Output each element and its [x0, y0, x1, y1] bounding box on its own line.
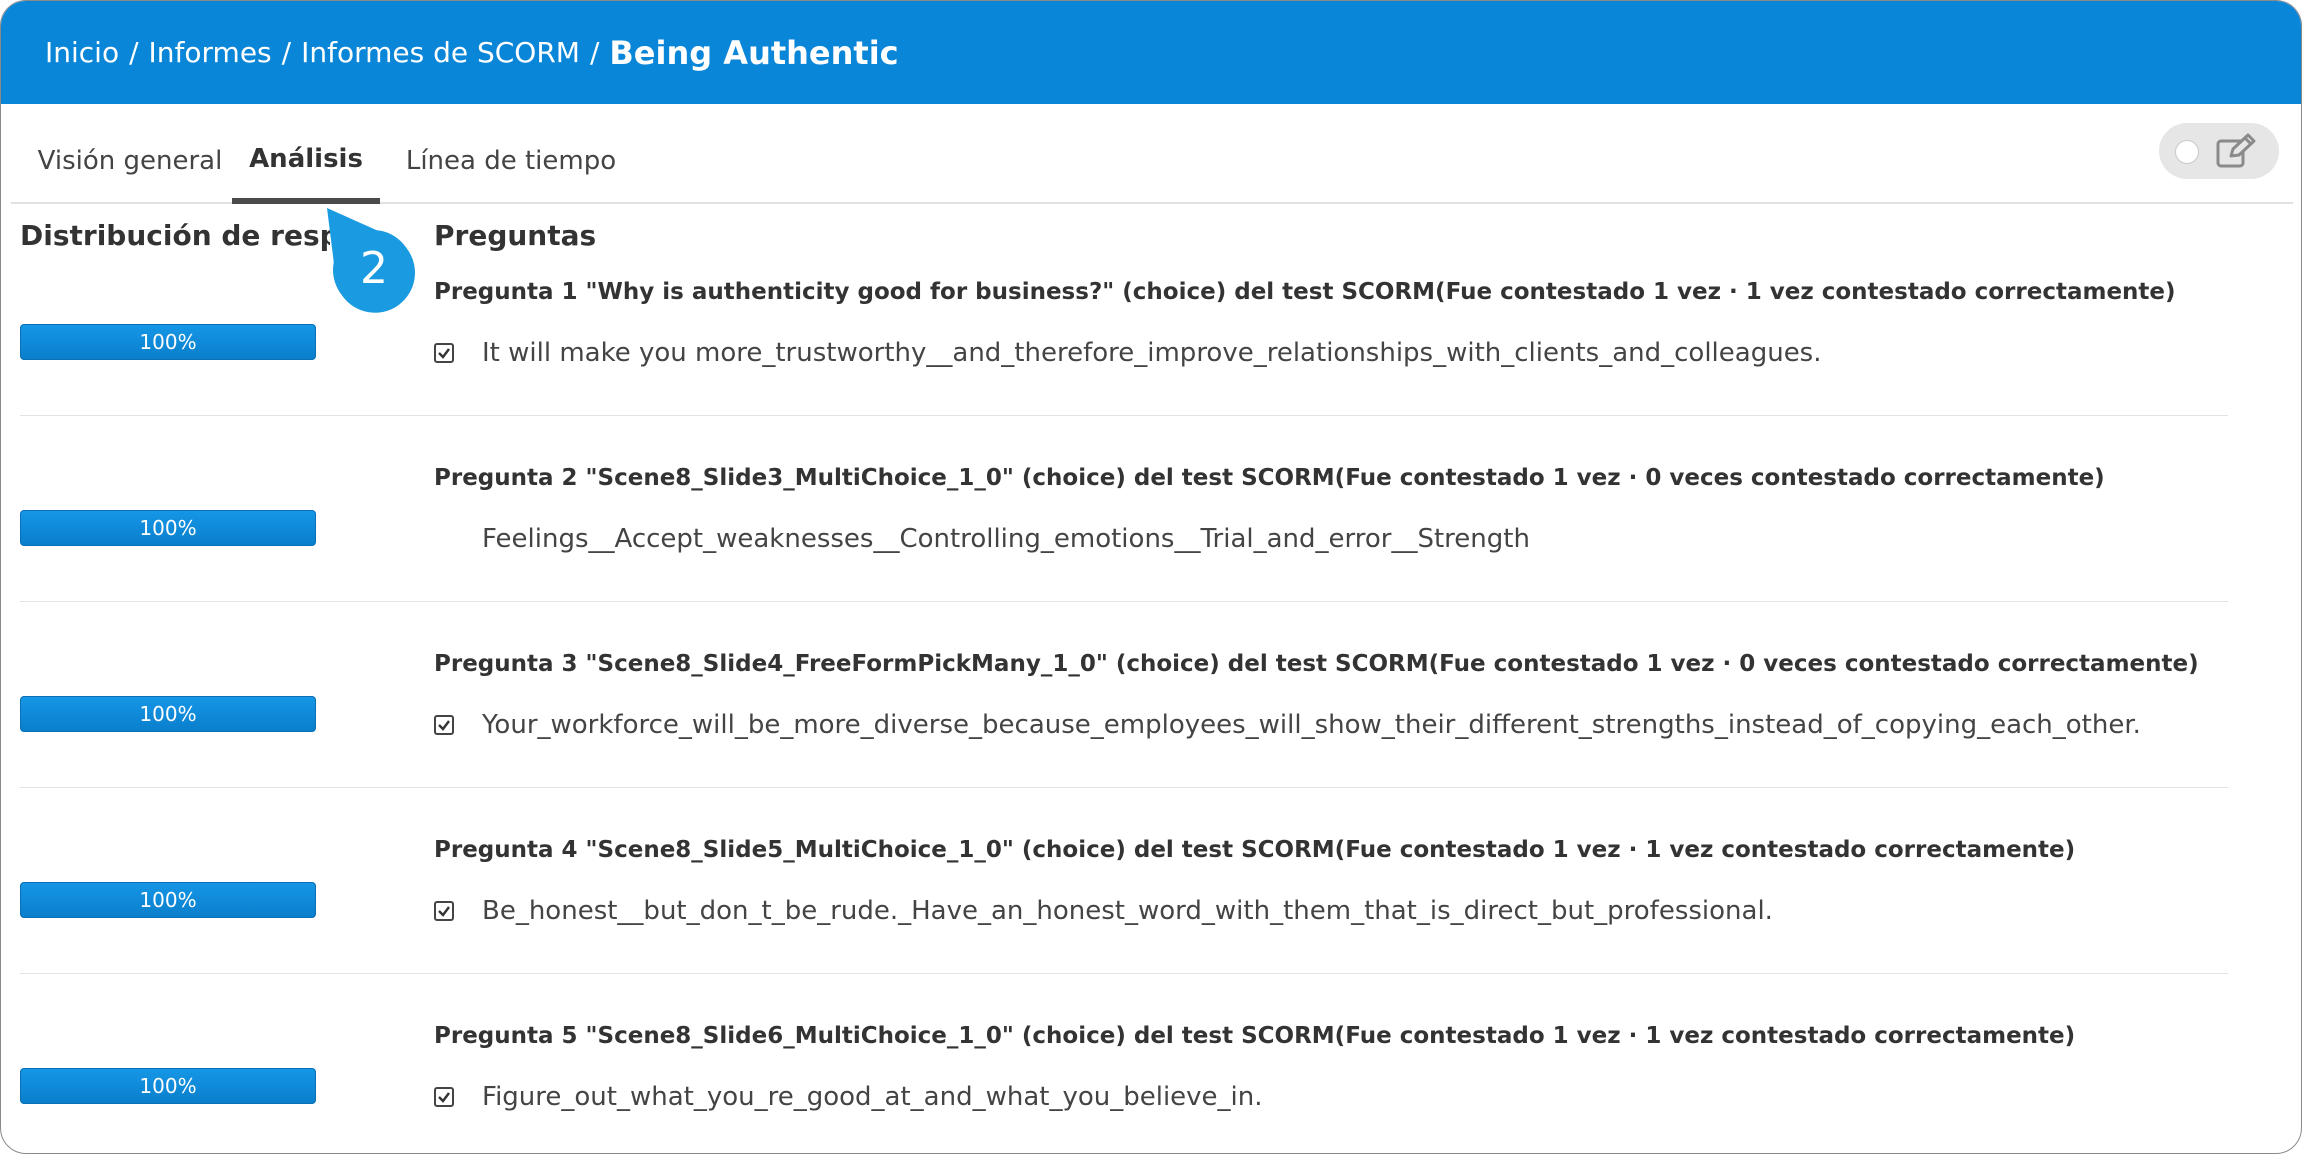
answer-text: Be_honest__but_don_t_be_rude._Have_an_ho…: [482, 896, 1773, 926]
question-item: Pregunta 1 "Why is authenticity good for…: [1, 279, 2231, 465]
question-item: Pregunta 4 "Scene8_Slide5_MultiChoice_1_…: [1, 837, 2231, 1023]
page-header: Inicio / Informes / Informes de SCORM / …: [1, 1, 2301, 104]
answer-text: It will make you more_trustworthy__and_t…: [482, 338, 1822, 368]
divider: [20, 787, 2228, 788]
breadcrumb-home-link[interactable]: Inicio: [45, 36, 119, 69]
breadcrumb-reports-link[interactable]: Informes: [149, 36, 272, 69]
question-title: Pregunta 3 "Scene8_Slide4_FreeFormPickMa…: [434, 651, 2199, 677]
tab-bar: Visión general Análisis Línea de tiempo: [11, 104, 2293, 204]
divider: [20, 973, 2228, 974]
answer-text: Feelings__Accept_weaknesses__Controlling…: [482, 524, 1530, 554]
distribution-bar: 100%: [20, 324, 316, 360]
breadcrumb-separator: /: [281, 36, 292, 69]
distribution-bar-label: 100%: [139, 1074, 197, 1098]
checkbox-checked-icon: [434, 715, 454, 735]
checkbox-checked-icon: [434, 901, 454, 921]
distribution-bar-label: 100%: [139, 330, 197, 354]
questions-heading: Preguntas: [434, 219, 597, 252]
window-frame: Inicio / Informes / Informes de SCORM / …: [0, 0, 2302, 1154]
distribution-bar: 100%: [20, 510, 316, 546]
distribution-bar-label: 100%: [139, 888, 197, 912]
answer-row: It will make you more_trustworthy__and_t…: [434, 333, 1822, 373]
answer-text: Figure_out_what_you_re_good_at_and_what_…: [482, 1082, 1263, 1112]
tab-overview[interactable]: Visión general: [35, 104, 225, 202]
toggle-knob-icon: [2175, 140, 2199, 164]
question-title: Pregunta 4 "Scene8_Slide5_MultiChoice_1_…: [434, 837, 2076, 863]
distribution-bar: 100%: [20, 1068, 316, 1104]
question-title: Pregunta 2 "Scene8_Slide3_MultiChoice_1_…: [434, 465, 2105, 491]
breadcrumb-scorm-reports-link[interactable]: Informes de SCORM: [301, 36, 580, 69]
distribution-bar-label: 100%: [139, 702, 197, 726]
question-item: Pregunta 2 "Scene8_Slide3_MultiChoice_1_…: [1, 465, 2231, 651]
question-title: Pregunta 5 "Scene8_Slide6_MultiChoice_1_…: [434, 1023, 2076, 1049]
distribution-bar-label: 100%: [139, 516, 197, 540]
breadcrumb-current: Being Authentic: [609, 33, 899, 72]
checkbox-checked-icon: [434, 343, 454, 363]
breadcrumb-separator: /: [129, 36, 139, 69]
divider: [20, 601, 2228, 602]
tab-analysis[interactable]: Análisis: [232, 104, 380, 204]
answer-row: Figure_out_what_you_re_good_at_and_what_…: [434, 1077, 1263, 1117]
question-title: Pregunta 1 "Why is authenticity good for…: [434, 279, 2176, 305]
answer-row: Your_workforce_will_be_more_diverse_beca…: [434, 705, 2141, 745]
distribution-bar: 100%: [20, 882, 316, 918]
edit-icon: [2216, 133, 2256, 168]
question-item: Pregunta 3 "Scene8_Slide4_FreeFormPickMa…: [1, 651, 2231, 837]
tab-timeline[interactable]: Línea de tiempo: [401, 104, 621, 202]
answer-row: Feelings__Accept_weaknesses__Controlling…: [434, 519, 1530, 559]
edit-mode-toggle[interactable]: [2159, 123, 2279, 179]
answer-row: Be_honest__but_don_t_be_rude._Have_an_ho…: [434, 891, 1773, 931]
answer-distribution-heading: Distribución de respuestas: [20, 219, 330, 252]
checkbox-checked-icon: [434, 1087, 454, 1107]
distribution-bar: 100%: [20, 696, 316, 732]
divider: [20, 415, 2228, 416]
breadcrumb-separator: /: [589, 36, 600, 69]
breadcrumb: Inicio / Informes / Informes de SCORM / …: [45, 1, 899, 104]
question-item: Pregunta 5 "Scene8_Slide6_MultiChoice_1_…: [1, 1023, 2231, 1153]
answer-text: Your_workforce_will_be_more_diverse_beca…: [482, 710, 2141, 740]
